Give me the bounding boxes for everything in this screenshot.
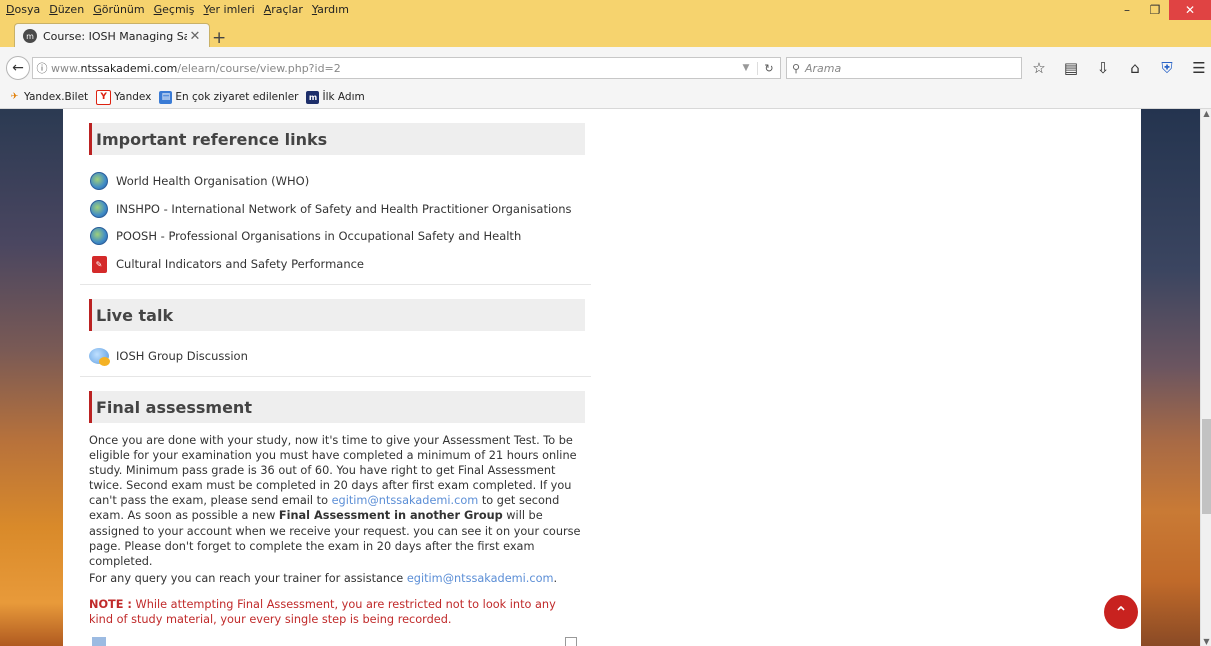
globe-icon <box>89 226 109 246</box>
search-input[interactable]: ⚲ Arama <box>786 57 1022 79</box>
description-bold: Final Assessment in another Group <box>278 509 503 523</box>
url-prefix: www. <box>51 61 81 75</box>
activity-label: POOSH - Professional Organisations in Oc… <box>116 229 522 243</box>
activity-cultural-indicators[interactable]: ✎ Cultural Indicators and Safety Perform… <box>89 254 364 274</box>
course-page: Important reference links World Health O… <box>63 109 1141 646</box>
note-label: NOTE : <box>89 598 132 611</box>
background-left <box>0 109 63 646</box>
minimize-button[interactable]: – <box>1113 0 1141 20</box>
bookmark-yandex[interactable]: Y Yandex <box>96 89 152 105</box>
activity-label: Cultural Indicators and Safety Performan… <box>116 257 365 271</box>
section-live-talk: Live talk IOSH Group Discussion <box>80 284 591 377</box>
menu-araclar[interactable]: Araçlar <box>264 3 303 16</box>
section-header: Final assessment <box>89 391 585 423</box>
bookmark-yandex-bilet[interactable]: ✈ Yandex.Bilet <box>8 91 88 104</box>
nav-bar: ← ⓘ www.ntssakademi.com/elearn/course/vi… <box>0 47 1211 87</box>
tab-title: Course: IOSH Managing Saf <box>43 29 187 43</box>
back-button[interactable]: ← <box>6 56 30 80</box>
section-reference-links: Important reference links World Health O… <box>80 109 591 285</box>
section-title: Important reference links <box>96 129 328 149</box>
bookmark-star-icon[interactable]: ☆ <box>1030 59 1048 77</box>
close-window-button[interactable]: ✕ <box>1169 0 1211 20</box>
home-icon[interactable]: ⌂ <box>1126 59 1144 77</box>
scroll-up-icon[interactable]: ▲ <box>1201 109 1211 118</box>
chat-icon <box>89 346 110 366</box>
activity-label: World Health Organisation (WHO) <box>116 174 310 188</box>
page-viewport: Important reference links World Health O… <box>0 109 1211 646</box>
scrollbar-thumb[interactable] <box>1202 419 1211 514</box>
bookmarks-bar: ✈ Yandex.Bilet Y Yandex ▤ En çok ziyaret… <box>0 86 1211 109</box>
contact-text: For any query you can reach your trainer… <box>89 572 407 585</box>
scroll-to-top-button[interactable]: ⌃ <box>1104 595 1138 629</box>
menu-bar: Dosya Düzen Görünüm Geçmiş Yer imleri Ar… <box>0 0 1211 20</box>
bookmark-label: Yandex <box>114 91 152 103</box>
url-path: /elearn/course/view.php?id=2 <box>177 61 341 75</box>
bookmark-label: İlk Adım <box>322 91 365 103</box>
menu-gecmis[interactable]: Geçmiş <box>154 3 195 16</box>
note-text: While attempting Final Assessment, you a… <box>89 598 556 627</box>
activity-inshpo[interactable]: INSHPO - International Network of Safety… <box>89 199 572 219</box>
restore-button[interactable]: ❐ <box>1141 0 1169 20</box>
bookmark-folder-icon: ▤ <box>159 90 173 104</box>
download-icon[interactable]: ⇩ <box>1094 59 1112 77</box>
section-header: Live talk <box>89 299 585 331</box>
menu-dosya[interactable]: Dosya <box>6 3 40 16</box>
globe-icon <box>89 199 109 219</box>
info-icon[interactable]: ⓘ <box>33 60 51 76</box>
background-right <box>1141 109 1200 646</box>
menu-items: Dosya Düzen Görünüm Geçmiş Yer imleri Ar… <box>6 3 349 16</box>
pdf-icon: ✎ <box>89 254 109 274</box>
ilk-adim-icon: m <box>306 90 320 104</box>
email-link[interactable]: egitim@ntssakademi.com <box>332 494 479 507</box>
reading-list-icon[interactable]: ▤ <box>1062 59 1080 77</box>
menu-gorunum[interactable]: Görünüm <box>93 3 144 16</box>
url-dropdown-icon[interactable]: ▼ <box>735 63 757 73</box>
page-scrollbar[interactable]: ▲ ▼ <box>1200 109 1211 646</box>
search-placeholder: Arama <box>805 61 842 75</box>
contact-end: . <box>553 572 558 585</box>
bookmark-most-visited[interactable]: ▤ En çok ziyaret edilenler <box>159 90 299 104</box>
plane-icon: ✈ <box>10 92 19 102</box>
activity-iosh-group-discussion[interactable]: IOSH Group Discussion <box>89 346 248 366</box>
section-final-assessment: Final assessment Once you are done with … <box>80 376 591 646</box>
trainer-email-link[interactable]: egitim@ntssakademi.com <box>407 572 554 585</box>
activity-who[interactable]: World Health Organisation (WHO) <box>89 171 309 191</box>
trainer-contact: For any query you can reach your trainer… <box>89 571 582 586</box>
globe-icon <box>89 171 109 191</box>
tab-course[interactable]: m Course: IOSH Managing Saf ✕ <box>14 23 210 48</box>
scroll-down-icon[interactable]: ▼ <box>1201 637 1211 646</box>
section-title: Live talk <box>96 305 174 325</box>
reload-icon[interactable]: ↻ <box>757 61 780 75</box>
menu-duzen[interactable]: Düzen <box>49 3 84 16</box>
activity-poosh[interactable]: POOSH - Professional Organisations in Oc… <box>89 226 521 246</box>
assessment-description: Once you are done with your study, now i… <box>89 433 582 569</box>
moodle-icon: m <box>23 29 37 43</box>
activity-label: IOSH Group Discussion <box>116 349 248 363</box>
yandex-icon: Y <box>96 89 112 105</box>
bookmark-label: Yandex.Bilet <box>24 91 89 103</box>
url-domain: ntssakademi.com <box>80 61 178 75</box>
search-icon: ⚲ <box>791 61 801 75</box>
shield-icon[interactable]: ⛨ <box>1158 59 1176 77</box>
tab-bar: m Course: IOSH Managing Saf ✕ <box>0 20 1211 48</box>
hamburger-menu-icon[interactable]: ☰ <box>1190 59 1208 77</box>
partial-expand-icon <box>565 637 577 646</box>
activity-label: INSHPO - International Network of Safety… <box>116 202 572 216</box>
back-arrow-icon: ← <box>12 60 24 76</box>
new-tab-icon[interactable]: + <box>212 28 226 48</box>
partial-activity-icon <box>92 637 106 646</box>
section-header: Important reference links <box>89 123 585 155</box>
menu-yardim[interactable]: Yardım <box>312 3 349 16</box>
bookmark-label: En çok ziyaret edilenler <box>175 91 299 103</box>
bookmark-ilk-adim[interactable]: m İlk Adım <box>306 90 365 104</box>
toolbar-icons: ☆ ▤ ⇩ ⌂ ⛨ ☰ <box>1030 59 1208 77</box>
url-bar[interactable]: ⓘ www.ntssakademi.com/elearn/course/view… <box>32 57 781 79</box>
section-title: Final assessment <box>96 397 252 417</box>
assessment-note: NOTE : While attempting Final Assessment… <box>89 597 582 627</box>
menu-yer-imleri[interactable]: Yer imleri <box>203 3 254 16</box>
chevron-up-icon: ⌃ <box>1114 602 1128 622</box>
url-text: www.ntssakademi.com/elearn/course/view.p… <box>51 62 735 75</box>
window-controls: – ❐ ✕ <box>1113 0 1211 20</box>
close-tab-icon[interactable]: ✕ <box>187 29 203 44</box>
